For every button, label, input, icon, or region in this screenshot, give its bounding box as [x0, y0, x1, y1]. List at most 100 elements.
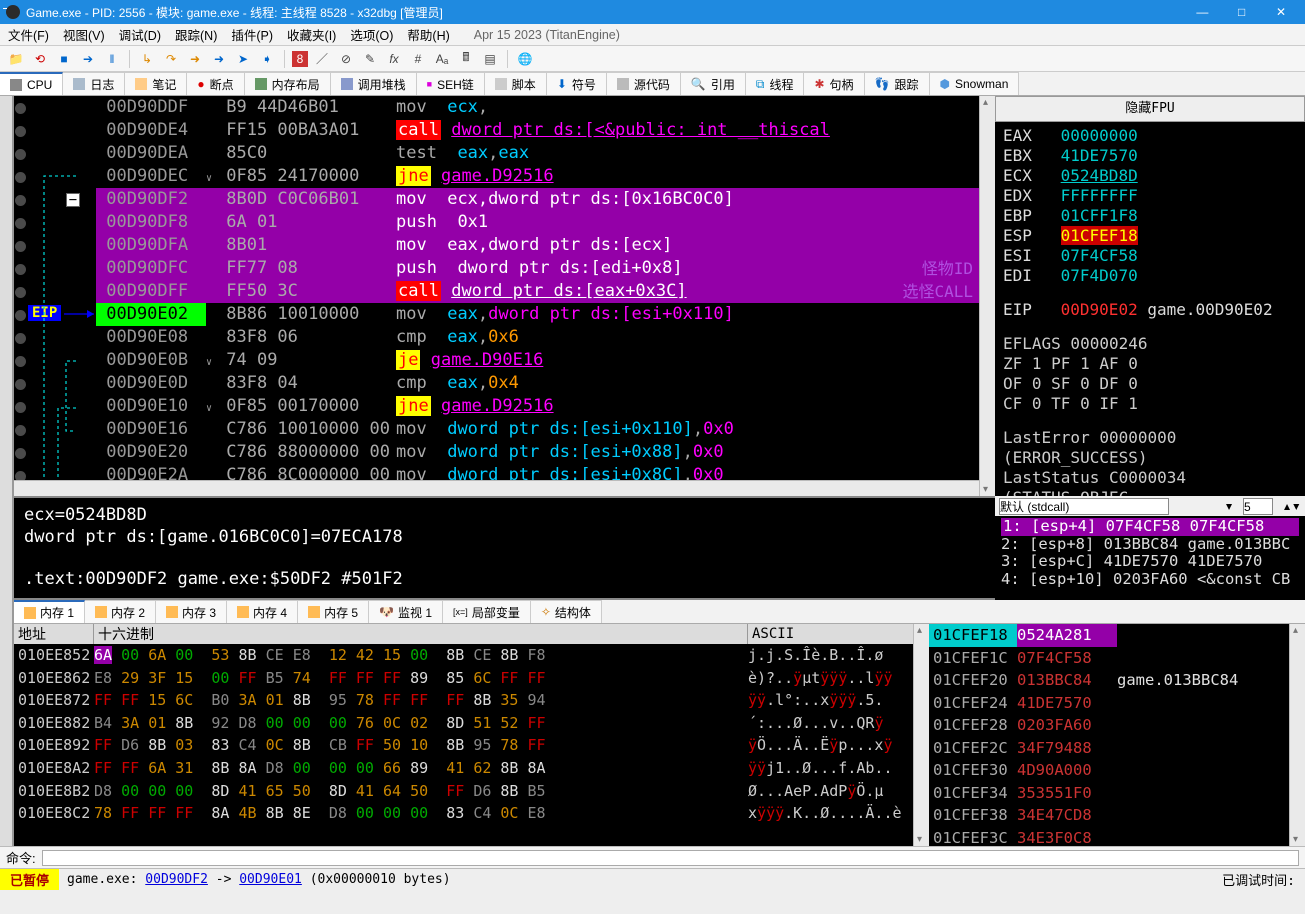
callconv-select[interactable]: [999, 498, 1169, 515]
menu-trace[interactable]: 跟踪(N): [175, 25, 217, 44]
tab-source[interactable]: 源代码: [607, 72, 681, 95]
bookmark-icon[interactable]: ✎: [360, 49, 380, 69]
tab-memory[interactable]: 内存布局: [245, 72, 331, 95]
runtoret-icon[interactable]: ➧: [257, 49, 277, 69]
version-label: Apr 15 2023 (TitanEngine): [474, 28, 620, 42]
pause-icon[interactable]: ‖: [102, 49, 122, 69]
stack-view[interactable]: 01CFEF180524A28101CFEF1C07F4CF5801CFEF20…: [929, 624, 1289, 846]
instruction-info: ecx=0524BD8D dword ptr ds:[game.016BC0C0…: [14, 496, 995, 600]
command-label: 命令:: [6, 848, 36, 867]
col-hex[interactable]: 十六进制: [94, 624, 748, 644]
col-address[interactable]: 地址: [14, 624, 94, 644]
dump-scroll[interactable]: [913, 624, 929, 846]
tab-snowman[interactable]: ⬢Snowman: [930, 72, 1020, 95]
comment-icon[interactable]: ／: [312, 49, 332, 69]
hash-icon[interactable]: #: [408, 49, 428, 69]
thr-icon: ⧉: [756, 77, 765, 92]
dump-tab-5[interactable]: 🐶监视 1: [369, 600, 443, 623]
menu-debug[interactable]: 调试(D): [119, 25, 161, 44]
menu-help[interactable]: 帮助(H): [407, 25, 449, 44]
mem-icon: [255, 78, 267, 90]
main-split: EIP− 00D90DDF 00D90DE4 00D90DEA 00D90DEC…: [0, 96, 1305, 496]
stepinto-icon[interactable]: ↳: [137, 49, 157, 69]
info-line-3: .text:00D90DF2 game.exe:$50DF2 #501F2: [24, 568, 985, 590]
font-icon[interactable]: Aₐ: [432, 49, 452, 69]
tab-trace[interactable]: 👣跟踪: [865, 72, 930, 95]
layout-icon[interactable]: ▤: [480, 49, 500, 69]
stack-scroll[interactable]: [1289, 624, 1305, 846]
command-input[interactable]: [42, 850, 1299, 866]
info-line-2: dword ptr ds:[game.016BC0C0]=07ECA178: [24, 526, 985, 548]
tab-callstack[interactable]: 调用堆栈: [331, 72, 417, 95]
menubar: 文件(F) 视图(V) 调试(D) 跟踪(N) 插件(P) 收藏夹(I) 选项(…: [0, 24, 1305, 46]
status-text: game.exe: 00D90DF2 -> 00D90E01 (0x000000…: [59, 872, 459, 887]
settings-icon[interactable]: 🌐: [515, 49, 535, 69]
disassembly-view[interactable]: EIP− 00D90DDF 00D90DE4 00D90DEA 00D90DEC…: [14, 96, 979, 480]
dump-tab-4[interactable]: 内存 5: [298, 600, 369, 623]
calc-icon[interactable]: 🖩: [456, 49, 476, 69]
dump-tab-6[interactable]: [x=]局部变量: [443, 600, 531, 623]
tab-script[interactable]: 脚本: [485, 72, 547, 95]
tab-seh[interactable]: ■SEH链: [417, 72, 485, 95]
snow-icon: ⬢: [940, 77, 950, 91]
argcount-input[interactable]: [1243, 498, 1273, 515]
bp-icon: ●: [197, 77, 204, 91]
script-icon: [495, 78, 507, 90]
menu-options[interactable]: 选项(O): [350, 25, 393, 44]
tab-refs[interactable]: 🔍引用: [681, 72, 746, 95]
src-icon: [617, 78, 629, 90]
sidebar-stub: [0, 96, 14, 496]
dump-tab-7[interactable]: ✧结构体: [531, 600, 602, 623]
main-tabs: CPU 日志 笔记 ●断点 内存布局 调用堆栈 ■SEH链 脚本 ⬇符号 源代码…: [0, 72, 1305, 96]
menu-fav[interactable]: 收藏夹(I): [287, 25, 336, 44]
stepout-icon[interactable]: ➜: [185, 49, 205, 69]
menu-view[interactable]: 视图(V): [63, 25, 105, 44]
trace-icon: 👣: [875, 77, 890, 91]
dump-tab-2[interactable]: 内存 3: [156, 600, 227, 623]
maximize-button[interactable]: □: [1224, 5, 1260, 19]
hscroll[interactable]: [14, 480, 979, 496]
ref-icon: 🔍: [691, 77, 706, 91]
tab-log[interactable]: 日志: [63, 72, 125, 95]
fx-icon[interactable]: fx: [384, 49, 404, 69]
vscroll[interactable]: [979, 96, 995, 496]
tab-handles[interactable]: ✱句柄: [804, 72, 864, 95]
traceover-icon[interactable]: ➤: [233, 49, 253, 69]
traceinto-icon[interactable]: ➜: [209, 49, 229, 69]
dump-tab-1[interactable]: 内存 2: [85, 600, 156, 623]
stop-icon[interactable]: ■: [54, 49, 74, 69]
dump-tabs: 内存 1内存 2内存 3内存 4内存 5🐶监视 1[x=]局部变量✧结构体: [14, 600, 1305, 624]
menu-plugin[interactable]: 插件(P): [231, 25, 273, 44]
patch-icon[interactable]: 8: [292, 51, 308, 67]
stack-args-panel[interactable]: ▾ ▴▾ 1: [esp+4] 07F4CF58 07F4CF582: [esp…: [995, 496, 1305, 600]
label-icon[interactable]: ⊘: [336, 49, 356, 69]
app-icon: [6, 5, 20, 19]
tab-cpu[interactable]: CPU: [0, 72, 63, 95]
run-icon[interactable]: ➔: [78, 49, 98, 69]
window-controls: — □ ✕: [1184, 5, 1299, 19]
hex-dump[interactable]: 地址 十六进制 ASCII 010EE8526A 00 6A 00 53 8B …: [14, 624, 913, 846]
tab-symbols[interactable]: ⬇符号: [547, 72, 607, 95]
seh-icon: ■: [427, 79, 432, 89]
hide-fpu-button[interactable]: 隐藏FPU: [995, 96, 1305, 122]
toolbar: 📁 ⟲ ■ ➔ ‖ ↳ ↷ ➜ ➜ ➤ ➧ 8 ／ ⊘ ✎ fx # Aₐ 🖩 …: [0, 46, 1305, 72]
stepover-icon[interactable]: ↷: [161, 49, 181, 69]
minimize-button[interactable]: —: [1184, 5, 1220, 19]
open-icon[interactable]: 📁: [6, 49, 26, 69]
cpu-icon: [10, 79, 22, 91]
dump-tab-0[interactable]: 内存 1: [14, 600, 85, 623]
window-title: Game.exe - PID: 2556 - 模块: game.exe - 线程…: [26, 4, 443, 21]
tab-threads[interactable]: ⧉线程: [746, 72, 805, 95]
tab-notes[interactable]: 笔记: [125, 72, 187, 95]
menu-file[interactable]: 文件(F): [8, 25, 49, 44]
bottom-split: 地址 十六进制 ASCII 010EE8526A 00 6A 00 53 8B …: [0, 624, 1305, 846]
close-button[interactable]: ✕: [1263, 5, 1299, 19]
registers-panel[interactable]: 隐藏FPU EAX 00000000EBX 41DE7570ECX 0524BD…: [995, 96, 1305, 496]
col-ascii[interactable]: ASCII: [748, 626, 913, 642]
info-line-1: ecx=0524BD8D: [24, 504, 985, 526]
note-icon: [135, 78, 147, 90]
restart-icon[interactable]: ⟲: [30, 49, 50, 69]
tab-breakpoints[interactable]: ●断点: [187, 72, 244, 95]
hnd-icon: ✱: [814, 77, 824, 91]
dump-tab-3[interactable]: 内存 4: [227, 600, 298, 623]
